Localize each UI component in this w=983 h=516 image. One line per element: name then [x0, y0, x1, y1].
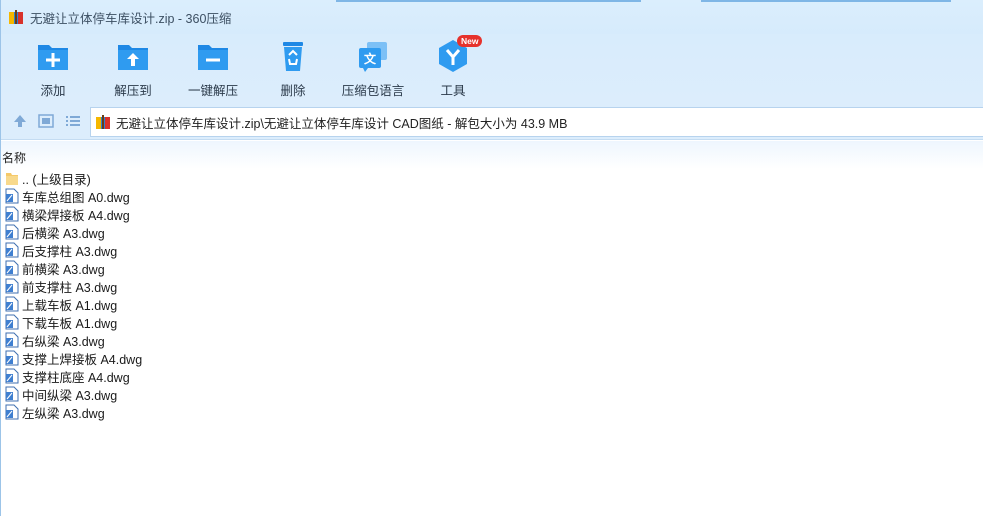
extract-to-label: 解压到 — [114, 84, 152, 98]
extract-to-button[interactable]: 解压到 — [97, 38, 169, 100]
tools-label: 工具 — [440, 84, 466, 98]
file-name: 支撑柱底座 A4.dwg — [22, 370, 130, 385]
archive-app-icon — [9, 10, 23, 24]
app-window: 无避让立体停车库设计.zip - 360压缩 添加 解压到 一键解压 删除 文 … — [0, 0, 983, 516]
dwg-file-icon — [5, 332, 19, 348]
add-button[interactable]: 添加 — [17, 38, 89, 100]
list-item[interactable]: 车库总组图 A0.dwg — [5, 187, 405, 205]
dwg-file-icon — [5, 368, 19, 384]
parent-directory-row[interactable]: .. (上级目录) — [5, 169, 405, 187]
parent-directory-label: .. (上级目录) — [22, 172, 91, 187]
one-click-extract-button[interactable]: 一键解压 — [177, 38, 249, 100]
file-list: .. (上级目录) 车库总组图 A0.dwg 横梁焊接板 A4.dwg 后横梁 A3… — [5, 169, 405, 421]
delete-label: 删除 — [280, 84, 306, 98]
file-name: 前支撑柱 A3.dwg — [22, 280, 118, 295]
file-name: 上载车板 A1.dwg — [22, 298, 118, 313]
archive-language-label: 压缩包语言 — [341, 84, 405, 98]
list-item[interactable]: 支撑上焊接板 A4.dwg — [5, 349, 405, 367]
list-item[interactable]: 横梁焊接板 A4.dwg — [5, 205, 405, 223]
svg-text:文: 文 — [364, 51, 377, 66]
window-title: 无避让立体停车库设计.zip - 360压缩 — [30, 11, 232, 26]
dwg-file-icon — [5, 242, 19, 258]
list-item[interactable]: 上载车板 A1.dwg — [5, 295, 405, 313]
column-header-name[interactable]: 名称 — [2, 149, 26, 166]
dwg-file-icon — [5, 206, 19, 222]
file-name: 后支撑柱 A3.dwg — [22, 244, 118, 259]
dwg-file-icon — [5, 188, 19, 204]
list-item[interactable]: 右纵梁 A3.dwg — [5, 331, 405, 349]
list-item[interactable]: 前横梁 A3.dwg — [5, 259, 405, 277]
list-item[interactable]: 后支撑柱 A3.dwg — [5, 241, 405, 259]
file-name: 横梁焊接板 A4.dwg — [22, 208, 130, 223]
dwg-file-icon — [5, 404, 19, 420]
title-accent — [336, 0, 641, 2]
thumbnail-view-icon[interactable] — [38, 113, 54, 129]
file-name: 下载车板 A1.dwg — [22, 316, 118, 331]
list-view-icon[interactable] — [65, 113, 81, 129]
one-click-extract-icon — [198, 45, 228, 70]
file-name: 中间纵梁 A3.dwg — [22, 388, 118, 403]
add-folder-icon — [38, 45, 68, 70]
file-name: 后横梁 A3.dwg — [22, 226, 105, 241]
dwg-file-icon — [5, 260, 19, 276]
one-click-extract-label: 一键解压 — [187, 84, 238, 98]
list-item[interactable]: 后横梁 A3.dwg — [5, 223, 405, 241]
folder-icon — [6, 173, 18, 185]
title-accent-2 — [701, 0, 951, 2]
file-name: 支撑上焊接板 A4.dwg — [22, 352, 143, 367]
list-item[interactable]: 支撑柱底座 A4.dwg — [5, 367, 405, 385]
extract-to-icon — [118, 45, 148, 70]
list-item[interactable]: 中间纵梁 A3.dwg — [5, 385, 405, 403]
recycle-bin-icon — [283, 42, 303, 71]
address-path: 无避让立体停车库设计.zip\无避让立体停车库设计 CAD图纸 - 解包大小为 … — [116, 116, 568, 131]
list-item[interactable]: 前支撑柱 A3.dwg — [5, 277, 405, 295]
tools-icon-wrap: New — [435, 35, 483, 74]
column-header: 名称 — [1, 141, 983, 169]
tools-button[interactable]: New 工具 — [417, 35, 489, 100]
address-row: 无避让立体停车库设计.zip\无避让立体停车库设计 CAD图纸 - 解包大小为 … — [1, 104, 983, 140]
file-name: 前横梁 A3.dwg — [22, 262, 105, 277]
file-name: 右纵梁 A3.dwg — [22, 334, 105, 349]
up-arrow-icon[interactable] — [12, 113, 28, 129]
list-item[interactable]: 左纵梁 A3.dwg — [5, 403, 405, 421]
list-item[interactable]: 下载车板 A1.dwg — [5, 313, 405, 331]
dwg-file-icon — [5, 278, 19, 294]
address-bar[interactable]: 无避让立体停车库设计.zip\无避让立体停车库设计 CAD图纸 - 解包大小为 … — [90, 107, 983, 137]
dwg-file-icon — [5, 350, 19, 366]
delete-button[interactable]: 删除 — [257, 38, 329, 100]
zip-archive-icon — [96, 115, 110, 129]
archive-language-button[interactable]: 文 压缩包语言 — [337, 38, 409, 100]
add-label: 添加 — [40, 84, 66, 98]
dwg-file-icon — [5, 296, 19, 312]
dwg-file-icon — [5, 224, 19, 240]
dwg-file-icon — [5, 386, 19, 402]
title-bar: 无避让立体停车库设计.zip - 360压缩 — [1, 0, 983, 34]
file-name: 左纵梁 A3.dwg — [22, 406, 105, 421]
language-icon: 文 — [359, 42, 387, 72]
dwg-file-icon — [5, 314, 19, 330]
new-badge: New — [457, 35, 483, 47]
file-name: 车库总组图 A0.dwg — [22, 190, 130, 205]
toolbar: 添加 解压到 一键解压 删除 文 压缩包语言 New 工具 — [1, 34, 983, 104]
